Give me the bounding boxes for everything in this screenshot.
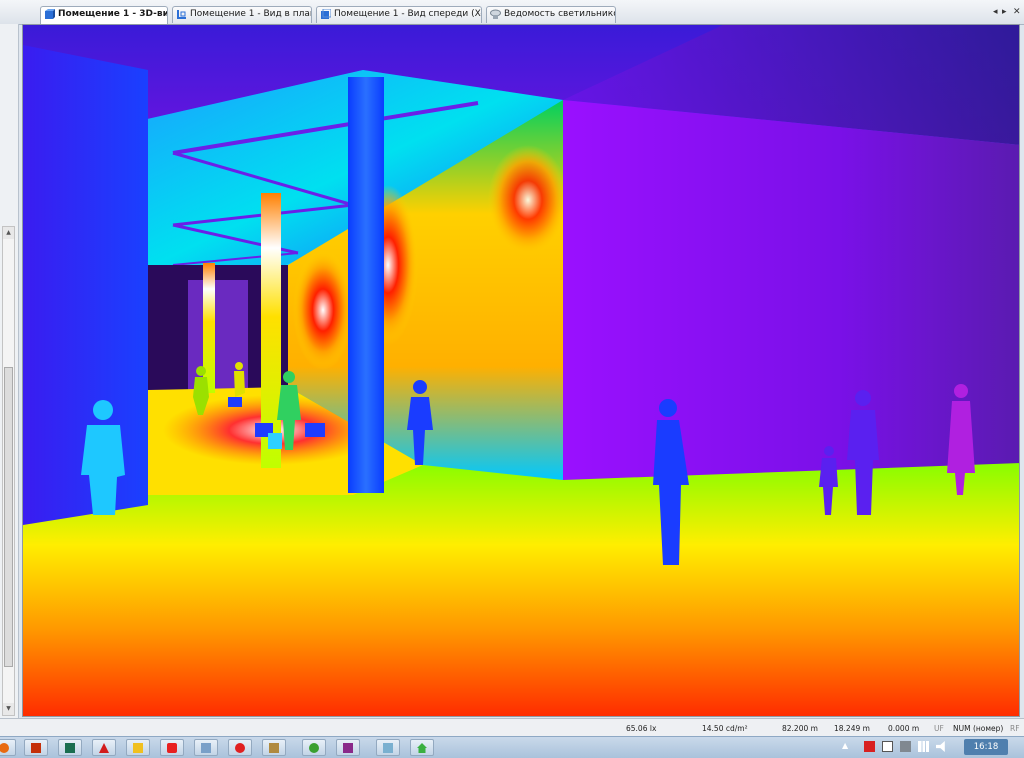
scroll-up-icon[interactable]: ▲ <box>3 227 14 239</box>
taskbar-app-button[interactable] <box>0 739 16 756</box>
vertical-scrollbar[interactable]: ▲ ▼ <box>2 226 15 716</box>
tab-label: Помещение 1 - Вид спереди (X-... <box>334 9 482 19</box>
rf-indicator: RF <box>1010 724 1020 733</box>
home-icon <box>417 743 427 753</box>
luminance-readout: 14.50 cd/m² <box>702 724 748 733</box>
bench <box>268 433 282 449</box>
tab-label: Помещение 1 - Вид в плане <box>190 9 312 19</box>
windows-taskbar: ▲ <box>0 736 1024 758</box>
browser-icon <box>0 743 9 753</box>
cube-icon <box>44 9 55 20</box>
taskbar-clock[interactable]: 16:18 <box>964 739 1008 755</box>
plan-view-icon <box>176 9 187 20</box>
document-tab-bar: Помещение 1 - 3D-вид Помещение 1 - Вид в… <box>0 0 1024 25</box>
illuminance-readout: 65.06 lx <box>626 724 657 733</box>
taskbar-app-button[interactable] <box>228 739 252 756</box>
tab-plan-view[interactable]: Помещение 1 - Вид в плане <box>172 6 312 23</box>
document-icon <box>201 743 211 753</box>
bench <box>305 423 325 437</box>
archive-rar-icon <box>343 743 353 753</box>
taskbar-app-button[interactable] <box>58 739 82 756</box>
luminaire-list-icon <box>490 9 501 20</box>
tab-luminaire-list[interactable]: Ведомость светильников <box>486 6 616 23</box>
show-hidden-icons-icon[interactable]: ▲ <box>842 741 853 752</box>
front-view-icon <box>320 8 332 20</box>
volume-icon[interactable] <box>936 741 945 752</box>
scroll-thumb[interactable] <box>4 367 13 667</box>
taskbar-app-button[interactable] <box>92 739 116 756</box>
dialux-icon <box>31 743 41 753</box>
yandex-icon <box>235 743 245 753</box>
tab-label: Помещение 1 - 3D-вид <box>58 9 168 19</box>
tab-label: Ведомость светильников <box>504 9 616 19</box>
status-bar: 65.06 lx 14.50 cd/m² 82.200 m 18.249 m 0… <box>0 718 1024 737</box>
flag-icon[interactable] <box>864 741 875 752</box>
tab-3d-view[interactable]: Помещение 1 - 3D-вид <box>40 6 168 24</box>
acrobat-icon <box>167 743 177 753</box>
wall-light-spot <box>293 250 353 370</box>
y-coordinate-readout: 18.249 m <box>834 724 870 733</box>
taskbar-app-button[interactable] <box>160 739 184 756</box>
device-icon[interactable] <box>900 741 911 752</box>
false-color-render <box>23 25 1019 716</box>
window-icon[interactable] <box>882 741 893 752</box>
taskbar-app-button[interactable] <box>262 739 286 756</box>
pdf-icon <box>99 743 109 753</box>
slides-icon <box>65 743 75 753</box>
left-panel: ▲ ▼ <box>0 24 19 724</box>
3d-render-viewport[interactable] <box>22 24 1020 717</box>
bench <box>228 397 242 407</box>
tab-prev-button[interactable]: ◂ <box>993 7 998 17</box>
taskbar-app-button[interactable] <box>194 739 218 756</box>
taskbar-app-button[interactable] <box>336 739 360 756</box>
column <box>348 77 384 493</box>
scroll-down-icon[interactable]: ▼ <box>3 703 14 715</box>
taskbar-app-button[interactable] <box>24 739 48 756</box>
z-coordinate-readout: 0.000 m <box>888 724 920 733</box>
tab-front-view[interactable]: Помещение 1 - Вид спереди (X-... <box>316 6 482 23</box>
tab-next-button[interactable]: ▸ <box>1002 7 1007 17</box>
torrent-icon <box>309 743 319 753</box>
taskbar-app-button[interactable] <box>126 739 150 756</box>
uf-indicator: UF <box>934 724 944 733</box>
archive-icon <box>269 743 279 753</box>
x-coordinate-readout: 82.200 m <box>782 724 818 733</box>
close-icon[interactable]: ✕ <box>1013 7 1021 17</box>
wall-light-spot <box>488 145 568 255</box>
network-icon[interactable] <box>918 741 929 752</box>
image-icon <box>133 743 143 753</box>
taskbar-app-button[interactable] <box>410 739 434 756</box>
num-lock-indicator: NUM (номер) <box>953 724 1004 733</box>
taskbar-app-button[interactable] <box>376 739 400 756</box>
taskbar-app-button[interactable] <box>302 739 326 756</box>
notepad-icon <box>383 743 393 753</box>
